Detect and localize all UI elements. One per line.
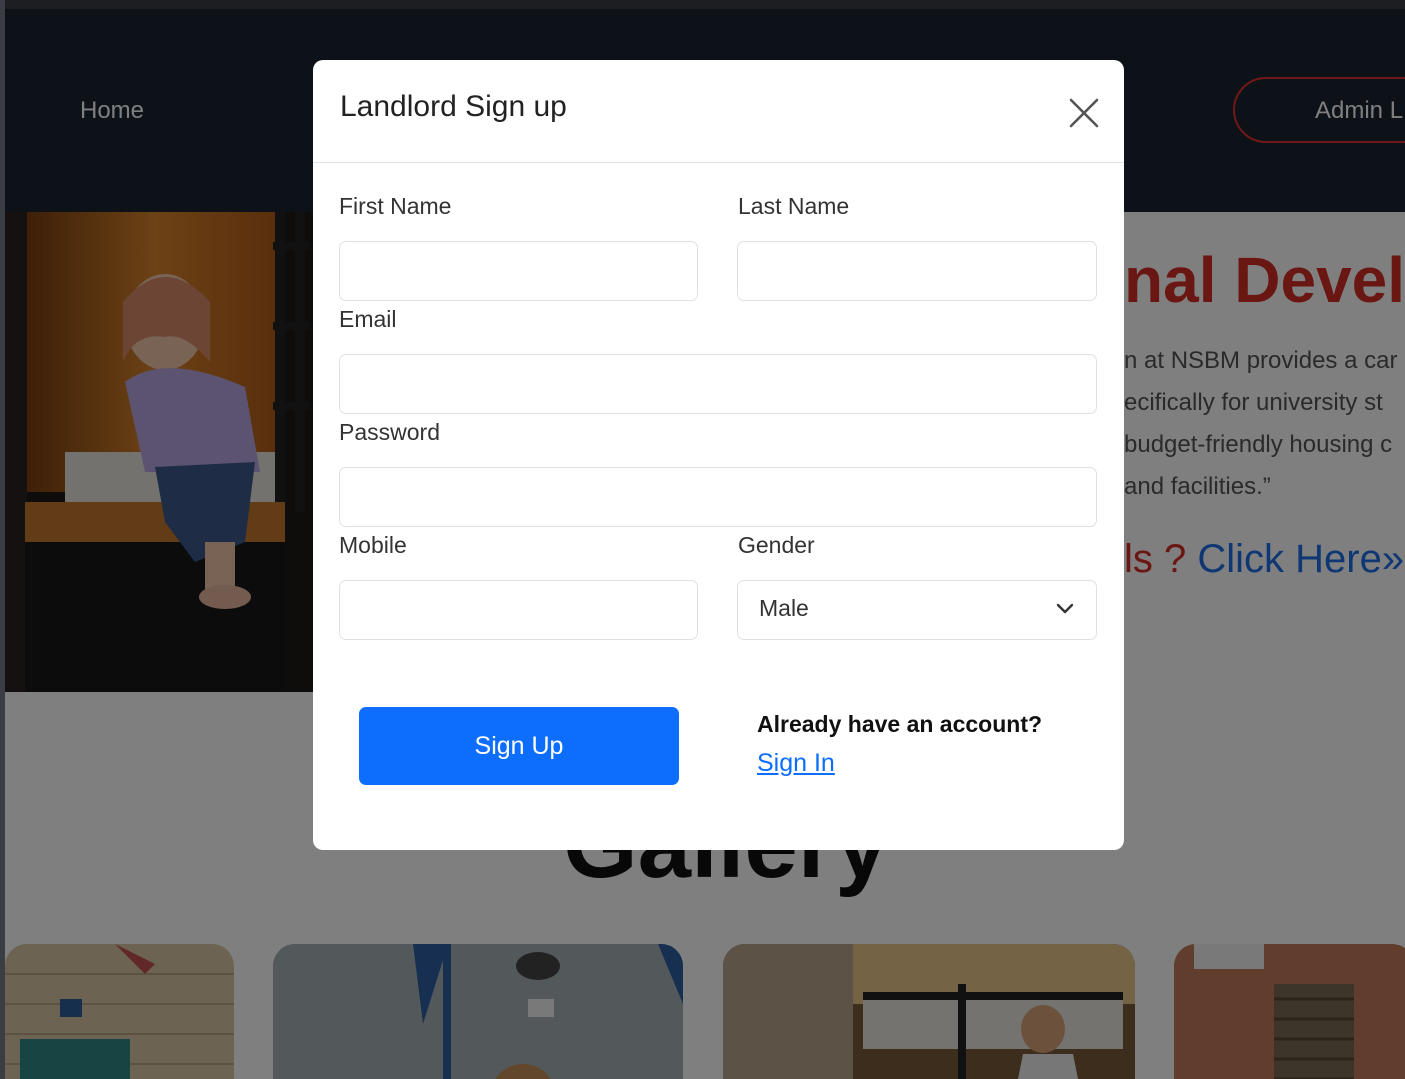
close-icon[interactable]	[1063, 92, 1105, 134]
mobile-label: Mobile	[339, 532, 407, 558]
last-name-label: Last Name	[738, 193, 850, 219]
modal-header: Landlord Sign up	[313, 60, 1124, 163]
signup-modal: Landlord Sign up First Name Last Name Em…	[313, 60, 1124, 850]
gender-select[interactable]: Male	[737, 580, 1097, 640]
email-input[interactable]	[339, 354, 1097, 414]
modal-title: Landlord Sign up	[340, 90, 567, 123]
first-name-input[interactable]	[339, 241, 698, 301]
email-label: Email	[339, 306, 397, 332]
first-name-label: First Name	[339, 193, 452, 219]
mobile-input[interactable]	[339, 580, 698, 640]
have-account-text: Already have an account?	[757, 711, 1043, 737]
landing-page: Home Admin L	[0, 0, 1405, 1079]
gender-label: Gender	[738, 532, 815, 558]
browser-left-strip	[0, 0, 5, 1079]
password-input[interactable]	[339, 467, 1097, 527]
gender-selected-value: Male	[759, 595, 809, 621]
sign-in-link[interactable]: Sign In	[757, 749, 835, 778]
chevron-down-icon	[1056, 603, 1074, 614]
password-label: Password	[339, 419, 440, 445]
sign-up-button[interactable]: Sign Up	[359, 707, 679, 785]
last-name-input[interactable]	[737, 241, 1097, 301]
